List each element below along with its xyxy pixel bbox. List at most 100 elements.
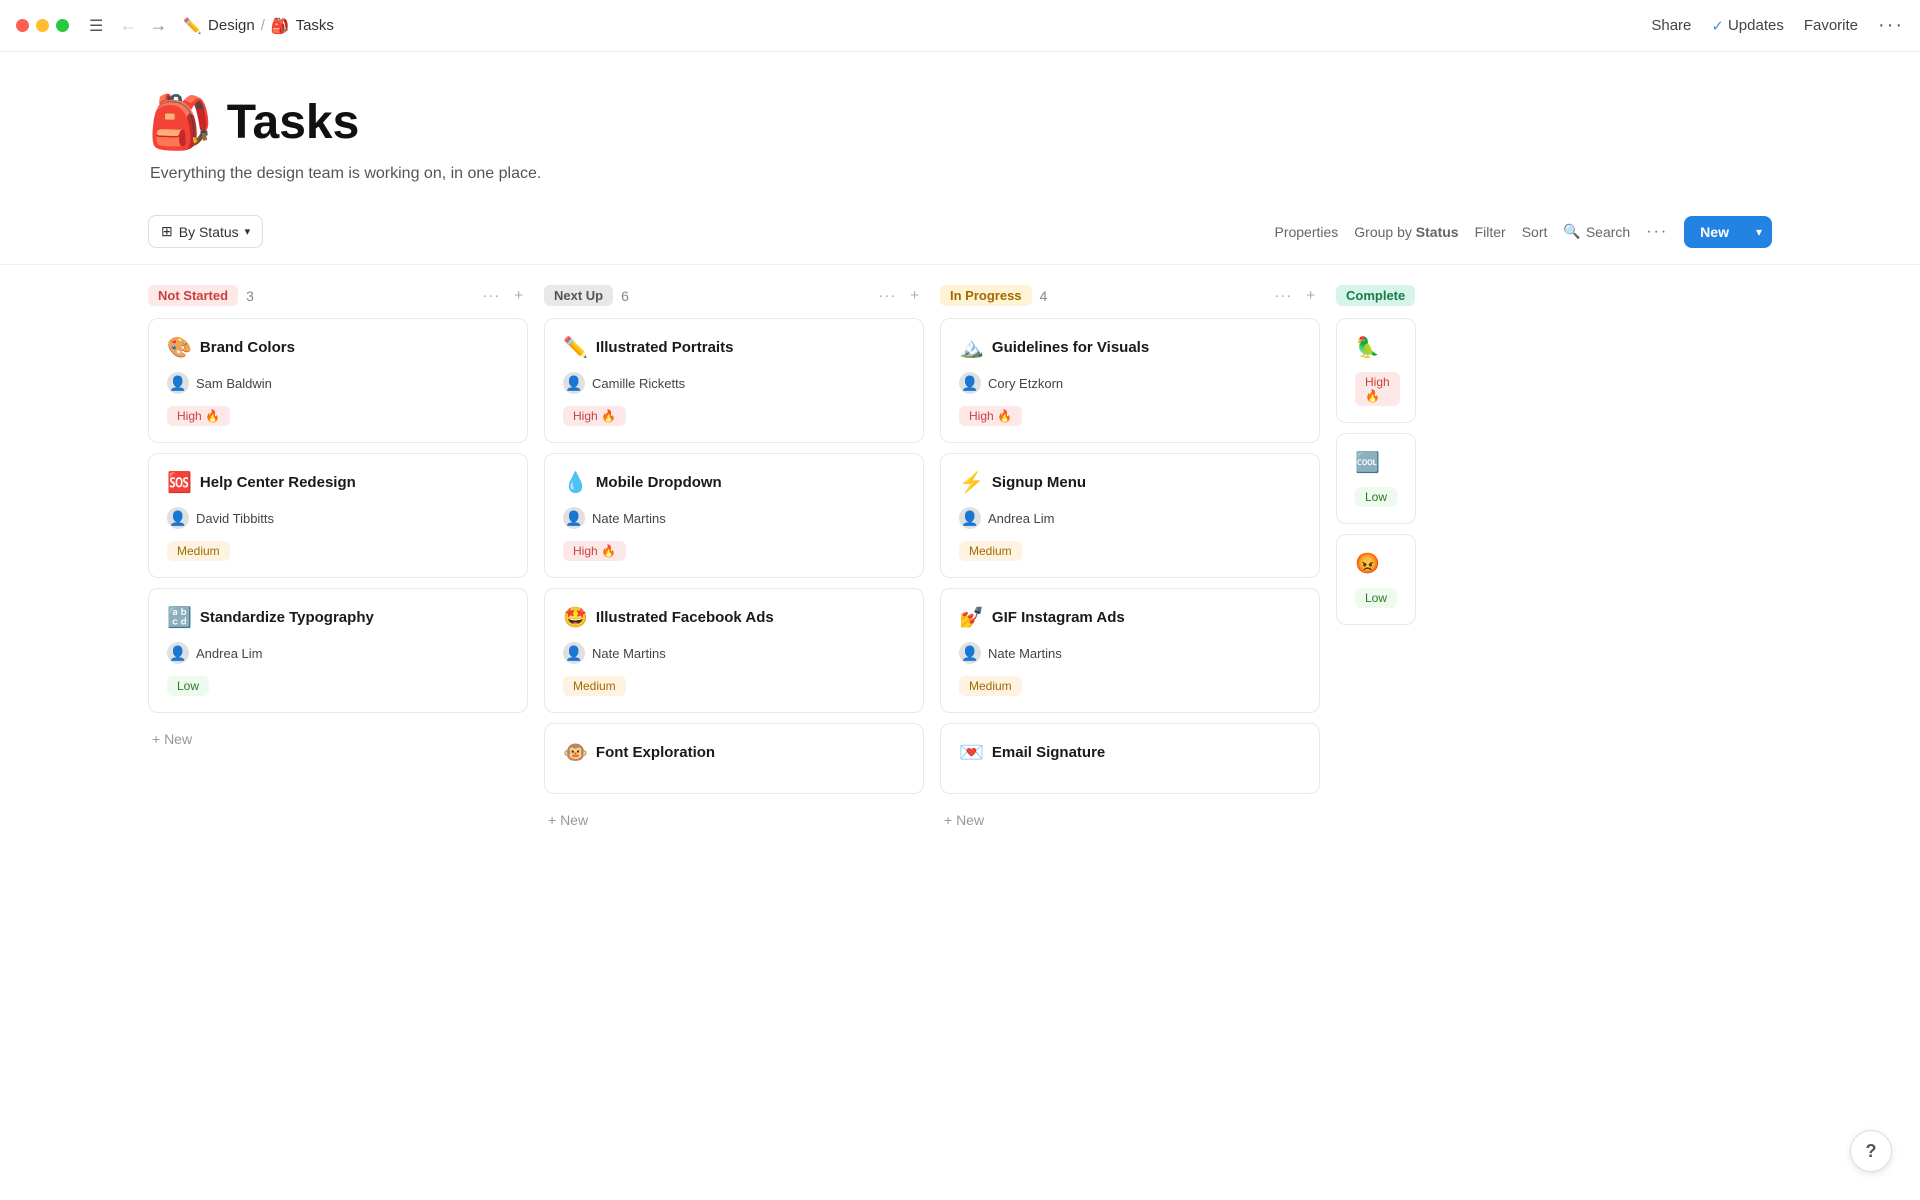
more-options-button[interactable]: ··· — [1878, 14, 1904, 37]
card-assignee: 👤 David Tibbitts — [167, 507, 509, 529]
assignee-name: Camille Ricketts — [592, 376, 685, 391]
task-card[interactable]: 💌 Email Signature — [940, 723, 1320, 794]
column-add-button[interactable]: + — [906, 285, 924, 306]
task-card[interactable]: 🆒Low — [1336, 433, 1416, 524]
task-card[interactable]: 😡Low — [1336, 534, 1416, 625]
card-assignee: 👤Cory Etzkorn — [959, 372, 1301, 394]
column-in-progress: In Progress4···+🏔️Guidelines for Visuals… — [940, 285, 1320, 836]
help-button[interactable]: ? — [1850, 1130, 1892, 1172]
back-arrow-icon[interactable]: ← — [115, 13, 141, 38]
assignee-name: Nate Martins — [592, 646, 666, 661]
traffic-light-yellow[interactable] — [36, 19, 49, 32]
new-button-label[interactable]: New — [1684, 216, 1745, 248]
column-add-button[interactable]: + — [510, 285, 528, 306]
more-toolbar-button[interactable]: ··· — [1646, 223, 1668, 241]
card-title-row: 🏔️Guidelines for Visuals — [959, 335, 1301, 360]
nav-arrows: ← → — [115, 13, 171, 38]
task-card[interactable]: ⚡Signup Menu👤Andrea LimMedium — [940, 453, 1320, 578]
card-title-row: 🐵Font Exploration — [563, 740, 905, 765]
priority-badge: High 🔥 — [167, 406, 230, 426]
new-button[interactable]: New ▾ — [1684, 216, 1772, 248]
task-card[interactable]: 🏔️Guidelines for Visuals 👤Cory Etzkorn Hig… — [940, 318, 1320, 443]
card-assignee: 👤Nate Martins — [563, 642, 905, 664]
task-card[interactable]: 💧Mobile Dropdown👤Nate MartinsHigh 🔥 — [544, 453, 924, 578]
breadcrumb-bag-icon: 🎒 — [271, 17, 290, 35]
avatar: 👤 — [167, 507, 189, 529]
column-not-started: Not Started3···+🎨Brand Colors👤Sam Baldwi… — [148, 285, 528, 836]
check-icon: ✓ — [1711, 17, 1724, 35]
task-card[interactable]: ✏️ Illustrated Portraits 👤Camille Ricketts… — [544, 318, 924, 443]
task-card[interactable]: 🔡Standardize Typography👤Andrea LimLow — [148, 588, 528, 713]
titlebar: ☰ ← → ✏️ Design / 🎒 Tasks Share ✓ Update… — [0, 0, 1920, 52]
breadcrumb: ✏️ Design / 🎒 Tasks — [183, 17, 334, 35]
share-button[interactable]: Share — [1651, 17, 1691, 34]
task-card[interactable]: 🤩Illustrated Facebook Ads👤Nate MartinsMe… — [544, 588, 924, 713]
card-title-row: ⚡Signup Menu — [959, 470, 1301, 495]
breadcrumb-tasks[interactable]: Tasks — [296, 17, 334, 34]
column-actions: ··· + — [478, 285, 528, 306]
column-more-button[interactable]: ··· — [1270, 285, 1296, 306]
priority-badge: High 🔥 — [959, 406, 1022, 426]
card-emoji: ✏️ — [563, 335, 588, 360]
column-badge[interactable]: Next Up — [544, 285, 613, 306]
card-emoji: 🔡 — [167, 605, 192, 630]
task-card[interactable]: 💅GIF Instagram Ads👤Nate MartinsMedium — [940, 588, 1320, 713]
page-subtitle: Everything the design team is working on… — [150, 165, 1772, 183]
card-title: Illustrated Portraits — [596, 339, 734, 356]
traffic-light-red[interactable] — [16, 19, 29, 32]
column-add-button[interactable]: + — [1302, 285, 1320, 306]
by-status-button[interactable]: ⊞ By Status ▾ — [148, 215, 263, 248]
properties-button[interactable]: Properties — [1274, 224, 1338, 240]
forward-arrow-icon[interactable]: → — [145, 13, 171, 38]
card-title-row: 🆘Help Center Redesign — [167, 470, 509, 495]
breadcrumb-design[interactable]: Design — [208, 17, 255, 34]
filter-button[interactable]: Filter — [1475, 224, 1506, 240]
priority-badge: Medium — [959, 676, 1022, 696]
column-next-up: Next Up6···+✏️Illustrated Portraits👤Cami… — [544, 285, 924, 836]
assignee-name: David Tibbitts — [196, 511, 274, 526]
card-assignee: 👤Camille Ricketts — [563, 372, 905, 394]
grid-icon: ⊞ — [161, 223, 173, 240]
chevron-down-icon: ▾ — [245, 225, 251, 238]
task-card[interactable]: 🆘Help Center Redesign👤David TibbittsMedi… — [148, 453, 528, 578]
assignee-name: Andrea Lim — [196, 646, 262, 661]
card-title: Email Signature — [992, 744, 1105, 761]
card-assignee: 👤 Andrea Lim — [167, 642, 509, 664]
updates-button[interactable]: ✓ Updates — [1711, 17, 1783, 35]
add-new-row[interactable]: + New — [148, 723, 528, 755]
breadcrumb-pencil-icon: ✏️ — [183, 17, 202, 35]
menu-icon[interactable]: ☰ — [89, 16, 103, 36]
card-title-row: 🤩Illustrated Facebook Ads — [563, 605, 905, 630]
add-new-row[interactable]: + New — [544, 804, 924, 836]
task-card[interactable]: 🐵Font Exploration — [544, 723, 924, 794]
column-actions: ··· + — [874, 285, 924, 306]
titlebar-left: ☰ ← → ✏️ Design / 🎒 Tasks — [16, 13, 334, 38]
priority-badge: High 🔥 — [563, 541, 626, 561]
add-new-row[interactable]: + New — [940, 804, 1320, 836]
task-card[interactable]: 🦜High 🔥 — [1336, 318, 1416, 423]
avatar: 👤 — [167, 642, 189, 664]
toolbar-actions: Properties Group by Status Filter Sort 🔍… — [1274, 216, 1772, 248]
traffic-light-green[interactable] — [56, 19, 69, 32]
column-more-button[interactable]: ··· — [478, 285, 504, 306]
column-badge[interactable]: Not Started — [148, 285, 238, 306]
column-badge[interactable]: Complete — [1336, 285, 1415, 306]
group-by-button[interactable]: Group by Status — [1354, 224, 1458, 240]
new-button-chevron-icon[interactable]: ▾ — [1746, 217, 1772, 247]
search-button[interactable]: 🔍 Search — [1563, 223, 1630, 240]
traffic-lights — [16, 19, 69, 32]
column-more-button[interactable]: ··· — [874, 285, 900, 306]
column-badge[interactable]: In Progress — [940, 285, 1032, 306]
breadcrumb-separator: / — [261, 17, 265, 34]
sort-button[interactable]: Sort — [1522, 224, 1548, 240]
card-emoji: 🎨 — [167, 335, 192, 360]
column-count: 3 — [246, 288, 254, 304]
card-emoji: 💌 — [959, 740, 984, 765]
favorite-button[interactable]: Favorite — [1804, 17, 1858, 34]
page-header: 🎒 Tasks Everything the design team is wo… — [0, 52, 1920, 207]
assignee-name: Sam Baldwin — [196, 376, 272, 391]
priority-badge: Low — [167, 676, 209, 696]
assignee-name: Andrea Lim — [988, 511, 1054, 526]
task-card[interactable]: 🎨Brand Colors👤Sam BaldwinHigh 🔥 — [148, 318, 528, 443]
card-emoji: 💧 — [563, 470, 588, 495]
